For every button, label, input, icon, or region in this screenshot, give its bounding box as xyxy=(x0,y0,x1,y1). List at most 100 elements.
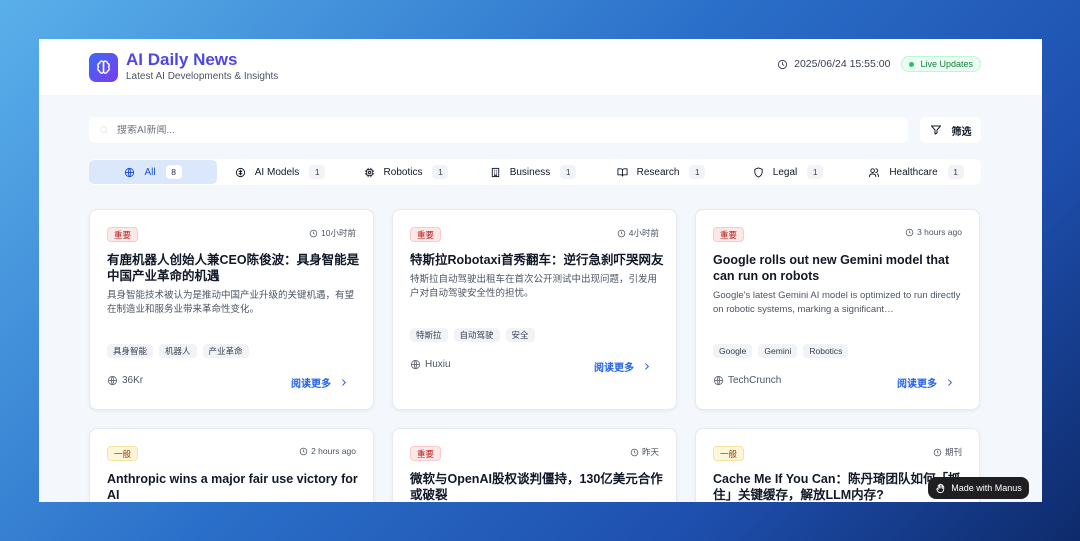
app-subtitle: Latest AI Developments & Insights xyxy=(126,71,279,82)
card-time-text: 期刊 xyxy=(944,447,962,457)
source-name: 36Kr xyxy=(122,375,144,386)
tab-label: All xyxy=(144,166,156,178)
category-tabs: All 8 AI Models 1 Robotics 1 Business 1 … xyxy=(89,159,981,185)
tab-label: Legal xyxy=(772,166,798,178)
tag-chip[interactable]: 自动驾驶 xyxy=(453,328,500,342)
brand: AI Daily News Latest AI Developments & I… xyxy=(126,50,278,84)
read-more-label: 阅读更多 xyxy=(291,379,331,390)
card-title[interactable]: 有鹿机器人创始人兼CEO陈俊波：具身智能是中国产业革命的机遇 xyxy=(107,252,362,284)
card-title[interactable]: 特斯拉Robotaxi首秀翻车：逆行急刹吓哭网友 xyxy=(410,252,665,268)
tab-count: 1 xyxy=(689,165,706,179)
tab-count: 1 xyxy=(560,165,577,179)
tab-all[interactable]: All 8 xyxy=(89,160,217,184)
made-with-manus-badge[interactable]: Made with Manus xyxy=(928,477,1029,499)
tab-healthcare[interactable]: Healthcare 1 xyxy=(851,160,981,184)
chevron-right-icon xyxy=(342,379,347,386)
tab-legal[interactable]: Legal 1 xyxy=(725,160,851,184)
header: AI Daily News Latest AI Developments & I… xyxy=(39,39,1042,95)
datetime-text: 2025/06/24 15:55:00 xyxy=(794,58,891,70)
cpu-icon xyxy=(364,167,374,177)
tag-chip[interactable]: 机器人 xyxy=(159,344,197,358)
tab-label: Healthcare xyxy=(889,166,938,178)
importance-badge: 一般 xyxy=(713,446,745,461)
app-window: AI Daily News Latest AI Developments & I… xyxy=(39,39,1042,502)
clock-icon xyxy=(299,447,308,455)
tab-label: AI Models xyxy=(254,166,300,178)
card-time: 昨天 xyxy=(630,446,659,458)
card-time: 3 hours ago xyxy=(905,227,962,237)
card-tags: Google Gemini Robotics xyxy=(713,344,854,358)
tag-chip[interactable]: Robotics xyxy=(803,344,849,358)
read-more-link[interactable]: 阅读更多 xyxy=(594,359,651,374)
tag-chip[interactable]: 具身智能 xyxy=(107,344,154,358)
source-name: TechCrunch xyxy=(728,375,782,386)
card-time: 2 hours ago xyxy=(299,446,356,456)
search-input[interactable] xyxy=(117,124,877,136)
card-source: 36Kr xyxy=(107,375,143,386)
card-time-text: 10小时前 xyxy=(321,228,356,238)
tag-chip[interactable]: 安全 xyxy=(505,328,535,342)
importance-badge: 重要 xyxy=(713,227,745,242)
live-updates-badge: Live Updates xyxy=(901,56,981,72)
datetime-display: 2025/06/24 15:55:00 xyxy=(777,58,890,70)
card-source: TechCrunch xyxy=(713,375,781,386)
tag-chip[interactable]: Google xyxy=(713,344,753,358)
card-time: 4小时前 xyxy=(617,227,659,239)
read-more-link[interactable]: 阅读更多 xyxy=(897,375,954,390)
tab-robotics[interactable]: Robotics 1 xyxy=(343,160,469,184)
clock-icon xyxy=(905,228,914,236)
card-source: Huxiu xyxy=(410,359,451,370)
news-card[interactable]: 重要 3 hours ago Google rolls out new Gemi… xyxy=(695,209,980,410)
live-updates-label: Live Updates xyxy=(920,59,973,69)
importance-badge: 一般 xyxy=(107,446,139,461)
card-summary: 特斯拉自动驾驶出租车在首次公开测试中出现问题，引发用户对自动驾驶安全性的担忧。 xyxy=(410,274,658,299)
news-card[interactable]: 重要 4小时前 特斯拉Robotaxi首秀翻车：逆行急刹吓哭网友 特斯拉自动驾驶… xyxy=(392,209,677,410)
news-card[interactable]: 重要 昨天 微软与OpenAI股权谈判僵持，130亿美元合作或破裂 xyxy=(392,428,677,502)
news-card[interactable]: 重要 10小时前 有鹿机器人创始人兼CEO陈俊波：具身智能是中国产业革命的机遇 … xyxy=(89,209,374,410)
clock-icon xyxy=(630,448,639,456)
tab-research[interactable]: Research 1 xyxy=(597,160,725,184)
card-title[interactable]: 微软与OpenAI股权谈判僵持，130亿美元合作或破裂 xyxy=(410,471,665,502)
source-name: Huxiu xyxy=(425,359,451,370)
tag-chip[interactable]: 产业革命 xyxy=(202,344,249,358)
tab-ai-models[interactable]: AI Models 1 xyxy=(217,160,343,184)
card-time: 10小时前 xyxy=(309,227,356,239)
news-card[interactable]: 一般 2 hours ago Anthropic wins a major fa… xyxy=(89,428,374,502)
tab-label: Research xyxy=(636,166,680,178)
card-time: 期刊 xyxy=(933,446,962,458)
globe-icon xyxy=(713,375,724,386)
users-icon xyxy=(869,167,880,177)
chevron-right-icon xyxy=(645,363,650,370)
live-dot-icon xyxy=(909,61,915,67)
globe-icon xyxy=(107,375,118,386)
tab-label: Business xyxy=(509,166,551,178)
read-more-label: 阅读更多 xyxy=(594,363,634,374)
clock-icon xyxy=(933,448,942,456)
filter-label: 筛选 xyxy=(951,126,972,138)
tag-chip[interactable]: Gemini xyxy=(758,344,798,358)
filter-icon xyxy=(930,125,941,135)
chevron-right-icon xyxy=(948,379,953,386)
tab-count: 1 xyxy=(807,165,824,179)
clock-icon xyxy=(617,229,626,237)
card-title[interactable]: Anthropic wins a major fair use victory … xyxy=(107,471,362,502)
brain-icon xyxy=(235,167,245,177)
watermark-label: Made with Manus xyxy=(951,483,1022,493)
tab-count: 8 xyxy=(165,165,182,179)
tab-label: Robotics xyxy=(383,166,423,178)
manus-hand-icon xyxy=(936,483,945,493)
read-more-link[interactable]: 阅读更多 xyxy=(291,375,348,390)
tab-business[interactable]: Business 1 xyxy=(469,160,597,184)
tab-count: 1 xyxy=(309,165,326,179)
card-title[interactable]: Google rolls out new Gemini model that c… xyxy=(713,252,968,284)
clock-icon xyxy=(309,229,318,237)
importance-badge: 重要 xyxy=(107,227,139,242)
read-more-label: 阅读更多 xyxy=(897,379,937,390)
tag-chip[interactable]: 特斯拉 xyxy=(410,328,448,342)
card-time-text: 昨天 xyxy=(641,447,659,457)
card-time-text: 4小时前 xyxy=(628,228,659,238)
card-tags: 特斯拉 自动驾驶 安全 xyxy=(410,328,541,342)
importance-badge: 重要 xyxy=(410,446,442,461)
header-status: 2025/06/24 15:55:00 Live Updates xyxy=(777,56,981,72)
filter-button[interactable]: 筛选 xyxy=(920,117,981,143)
